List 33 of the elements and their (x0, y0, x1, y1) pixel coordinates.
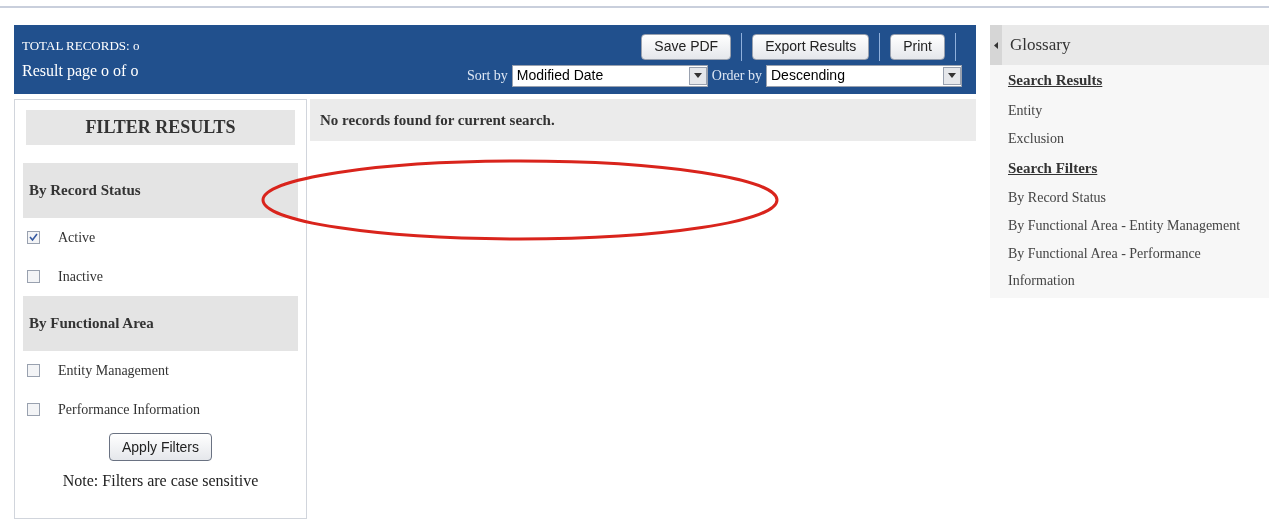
filter-title: FILTER RESULTS (26, 110, 295, 145)
filter-group-heading: By Functional Area (23, 296, 298, 351)
toolbar-button[interactable]: Save PDF (641, 33, 732, 60)
glossary-link[interactable]: By Record Status (1008, 184, 1265, 211)
filter-option-label: Performance Information (58, 401, 200, 419)
order-select[interactable]: Descending (766, 64, 962, 87)
filter-note: Note: Filters are case sensitive (61, 471, 260, 491)
dropdown-caret-icon (688, 66, 707, 85)
no-records-message: No records found for current search. (310, 99, 976, 141)
checkbox[interactable] (27, 231, 40, 244)
glossary-heading: Search Filters (1008, 158, 1099, 178)
toolbar-button[interactable]: Print (890, 33, 945, 60)
glossary-link[interactable]: Entity (1008, 96, 1265, 124)
glossary-title: Glossary (1009, 34, 1071, 57)
sort-label: Sort by (467, 67, 508, 85)
sort-select[interactable]: Modified Date (511, 64, 708, 87)
toolbar-button[interactable]: Export Results (752, 33, 870, 60)
result-page: Result page o of o (22, 61, 140, 82)
glossary-link[interactable]: Exclusion (1008, 124, 1265, 152)
apply-filters-button[interactable]: Apply Filters (109, 433, 212, 461)
checkbox[interactable] (27, 270, 40, 283)
total-records: TOTAL RECORDS: o (22, 36, 140, 55)
checkbox[interactable] (27, 403, 40, 416)
filter-option-label: Inactive (58, 268, 104, 286)
glossary-link[interactable]: By Functional Area - Entity Management (1008, 212, 1265, 239)
filter-option-label: Entity Management (58, 362, 169, 380)
glossary-heading: Search Results (1008, 71, 1104, 90)
glossary-link[interactable]: By Functional Area - Performance Information (1008, 240, 1265, 294)
order-label: Order by (711, 67, 762, 85)
filter-option-label: Active (58, 229, 96, 247)
dropdown-caret-icon (943, 66, 961, 85)
checkbox[interactable] (27, 364, 40, 377)
filter-group-heading: By Record Status (23, 163, 298, 218)
